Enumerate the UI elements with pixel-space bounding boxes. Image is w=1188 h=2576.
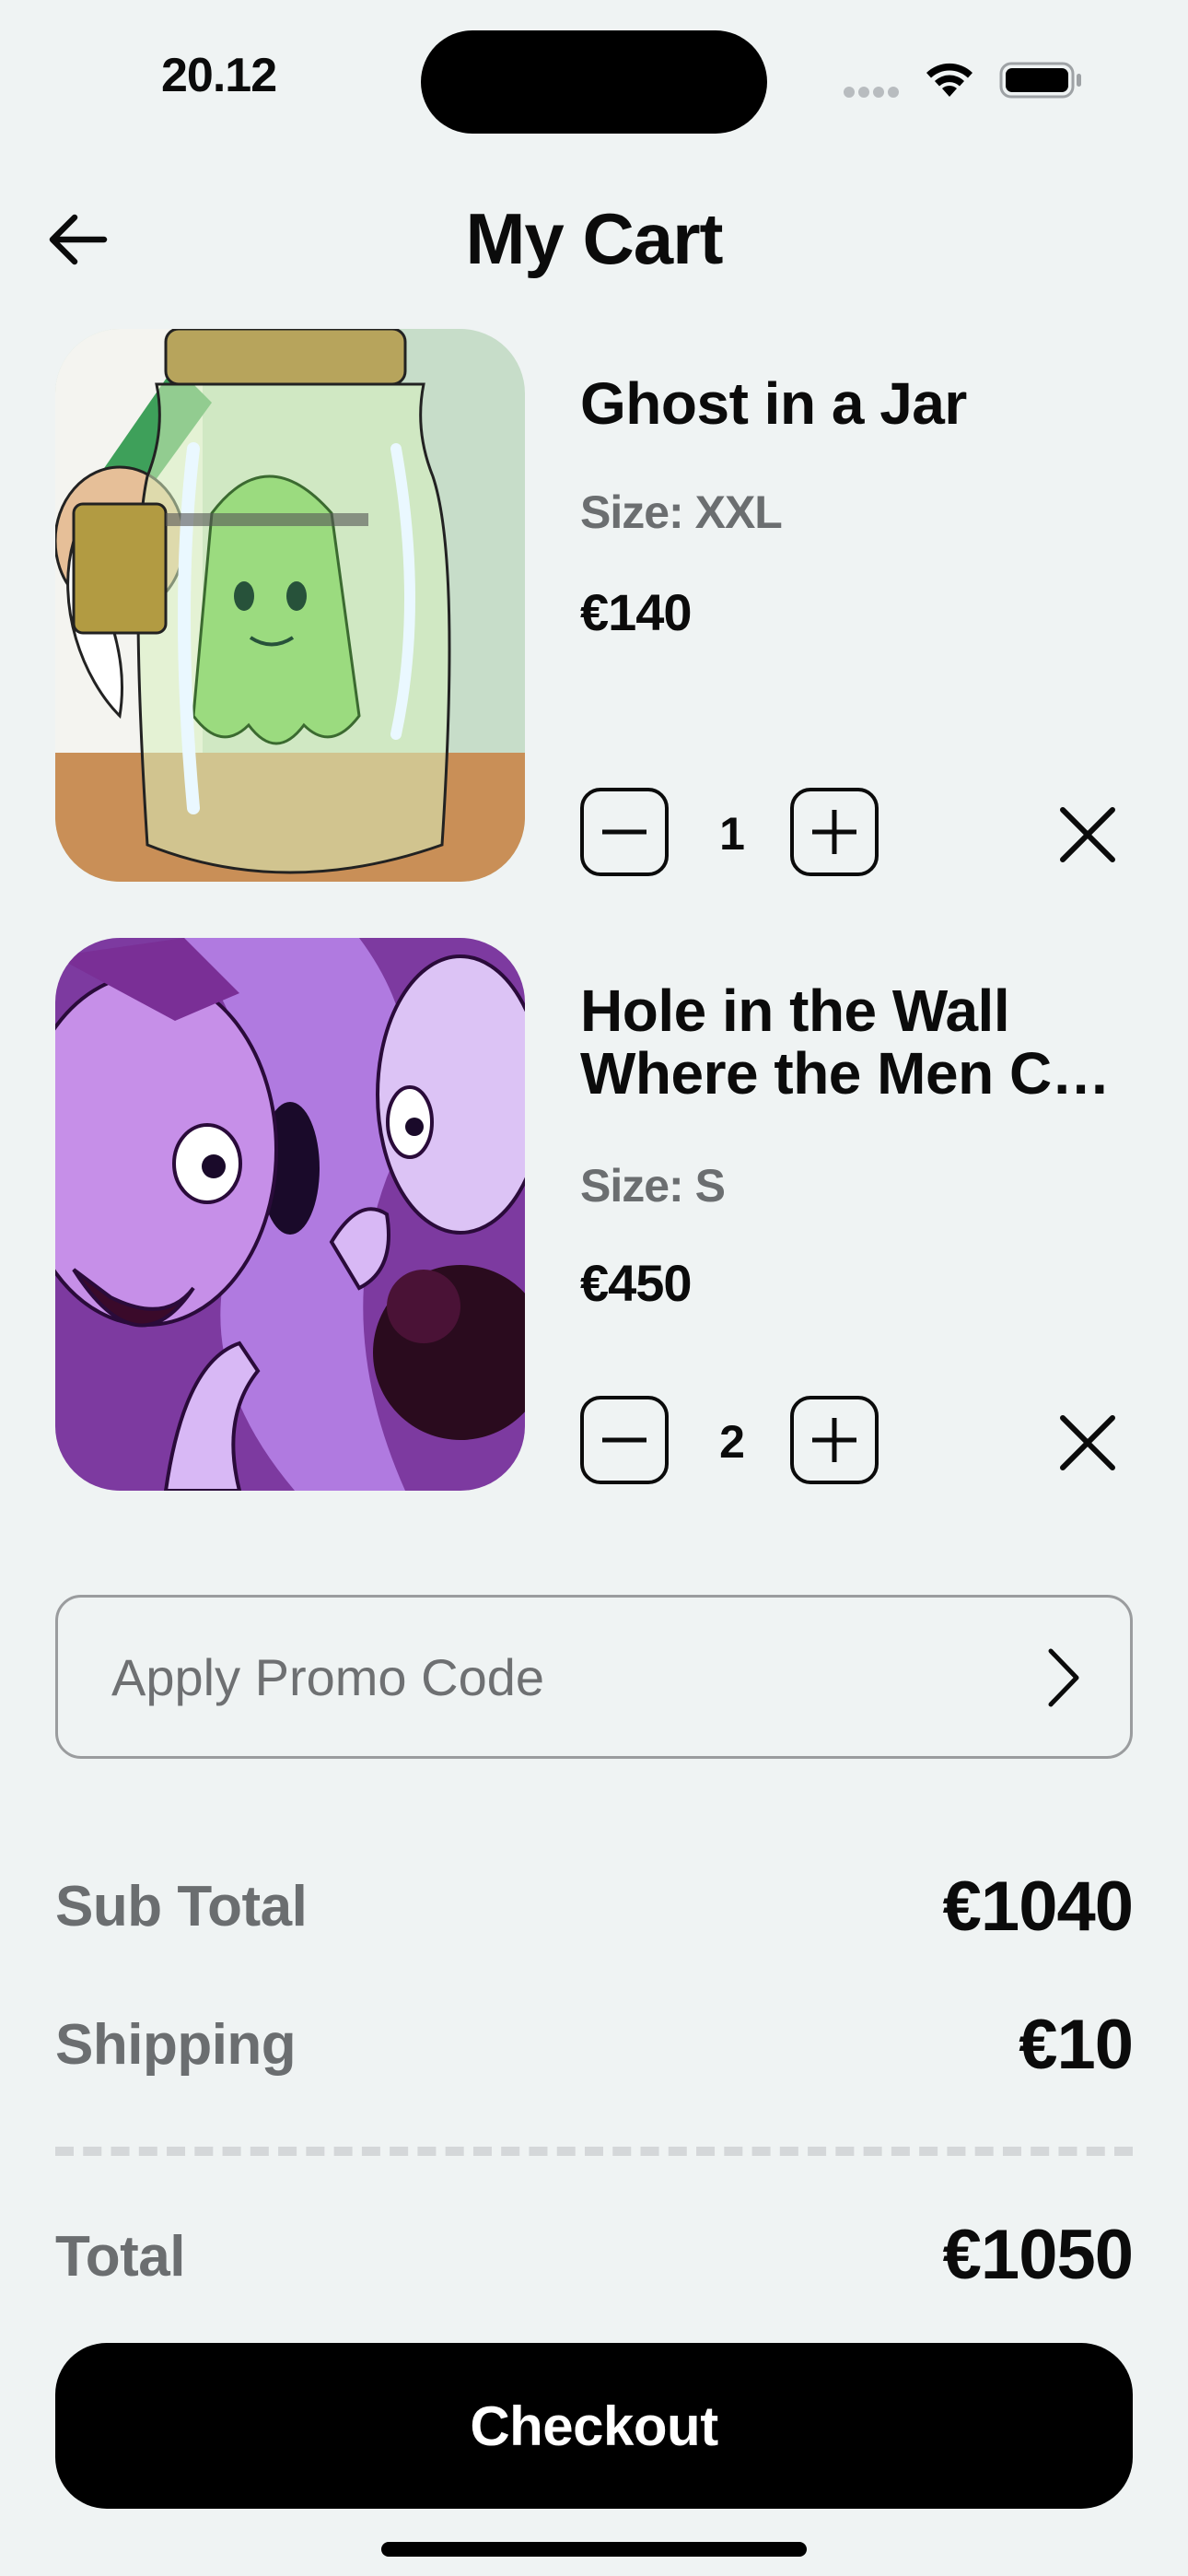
cellular-signal-icon (844, 86, 904, 98)
close-icon (1060, 807, 1115, 862)
wifi-icon (922, 58, 977, 99)
quantity-value: 1 (719, 808, 745, 860)
product-size: Size: XXL (580, 486, 783, 538)
promo-code-input[interactable] (58, 1645, 942, 1708)
plus-icon (812, 1418, 856, 1462)
promo-code-field[interactable] (55, 1595, 1133, 1759)
close-icon (1060, 1415, 1115, 1470)
product-name-line-2: Where the Men Can See It All (580, 1042, 1133, 1105)
remove-item-button[interactable] (1046, 793, 1129, 876)
total-value: €1050 (942, 2216, 1134, 2294)
product-name: Ghost in a Jar (580, 370, 967, 437)
product-image-hole-in-the-wall[interactable] (55, 938, 525, 1491)
battery-icon (999, 62, 1084, 99)
product-size: Size: S (580, 1160, 726, 1212)
product-name-line-1: Hole in the Wall (580, 978, 1010, 1044)
checkout-button[interactable]: Checkout (55, 2343, 1133, 2509)
minus-icon (602, 829, 646, 835)
dynamic-island (421, 30, 767, 134)
minus-icon (602, 1437, 646, 1443)
shipping-value: €10 (1019, 2006, 1134, 2084)
apply-promo-button[interactable] (1034, 1645, 1089, 1710)
summary-divider (55, 2147, 1133, 2156)
product-image-ghost-in-a-jar[interactable] (55, 329, 525, 882)
subtotal-label: Sub Total (55, 1875, 308, 1938)
total-label: Total (55, 2225, 186, 2289)
subtotal-value: €1040 (942, 1868, 1134, 1946)
remove-item-button[interactable] (1046, 1401, 1129, 1484)
decrease-quantity-button[interactable] (580, 1396, 669, 1484)
status-time: 20.12 (161, 49, 277, 102)
increase-quantity-button[interactable] (790, 788, 879, 876)
chevron-right-icon (1048, 1648, 1079, 1707)
product-price: €450 (580, 1254, 693, 1312)
decrease-quantity-button[interactable] (580, 788, 669, 876)
quantity-value: 2 (719, 1416, 745, 1468)
home-indicator (381, 2542, 807, 2557)
shipping-label: Shipping (55, 2013, 297, 2077)
page-title: My Cart (465, 198, 723, 279)
plus-icon (812, 810, 856, 854)
increase-quantity-button[interactable] (790, 1396, 879, 1484)
product-price: €140 (580, 583, 693, 641)
